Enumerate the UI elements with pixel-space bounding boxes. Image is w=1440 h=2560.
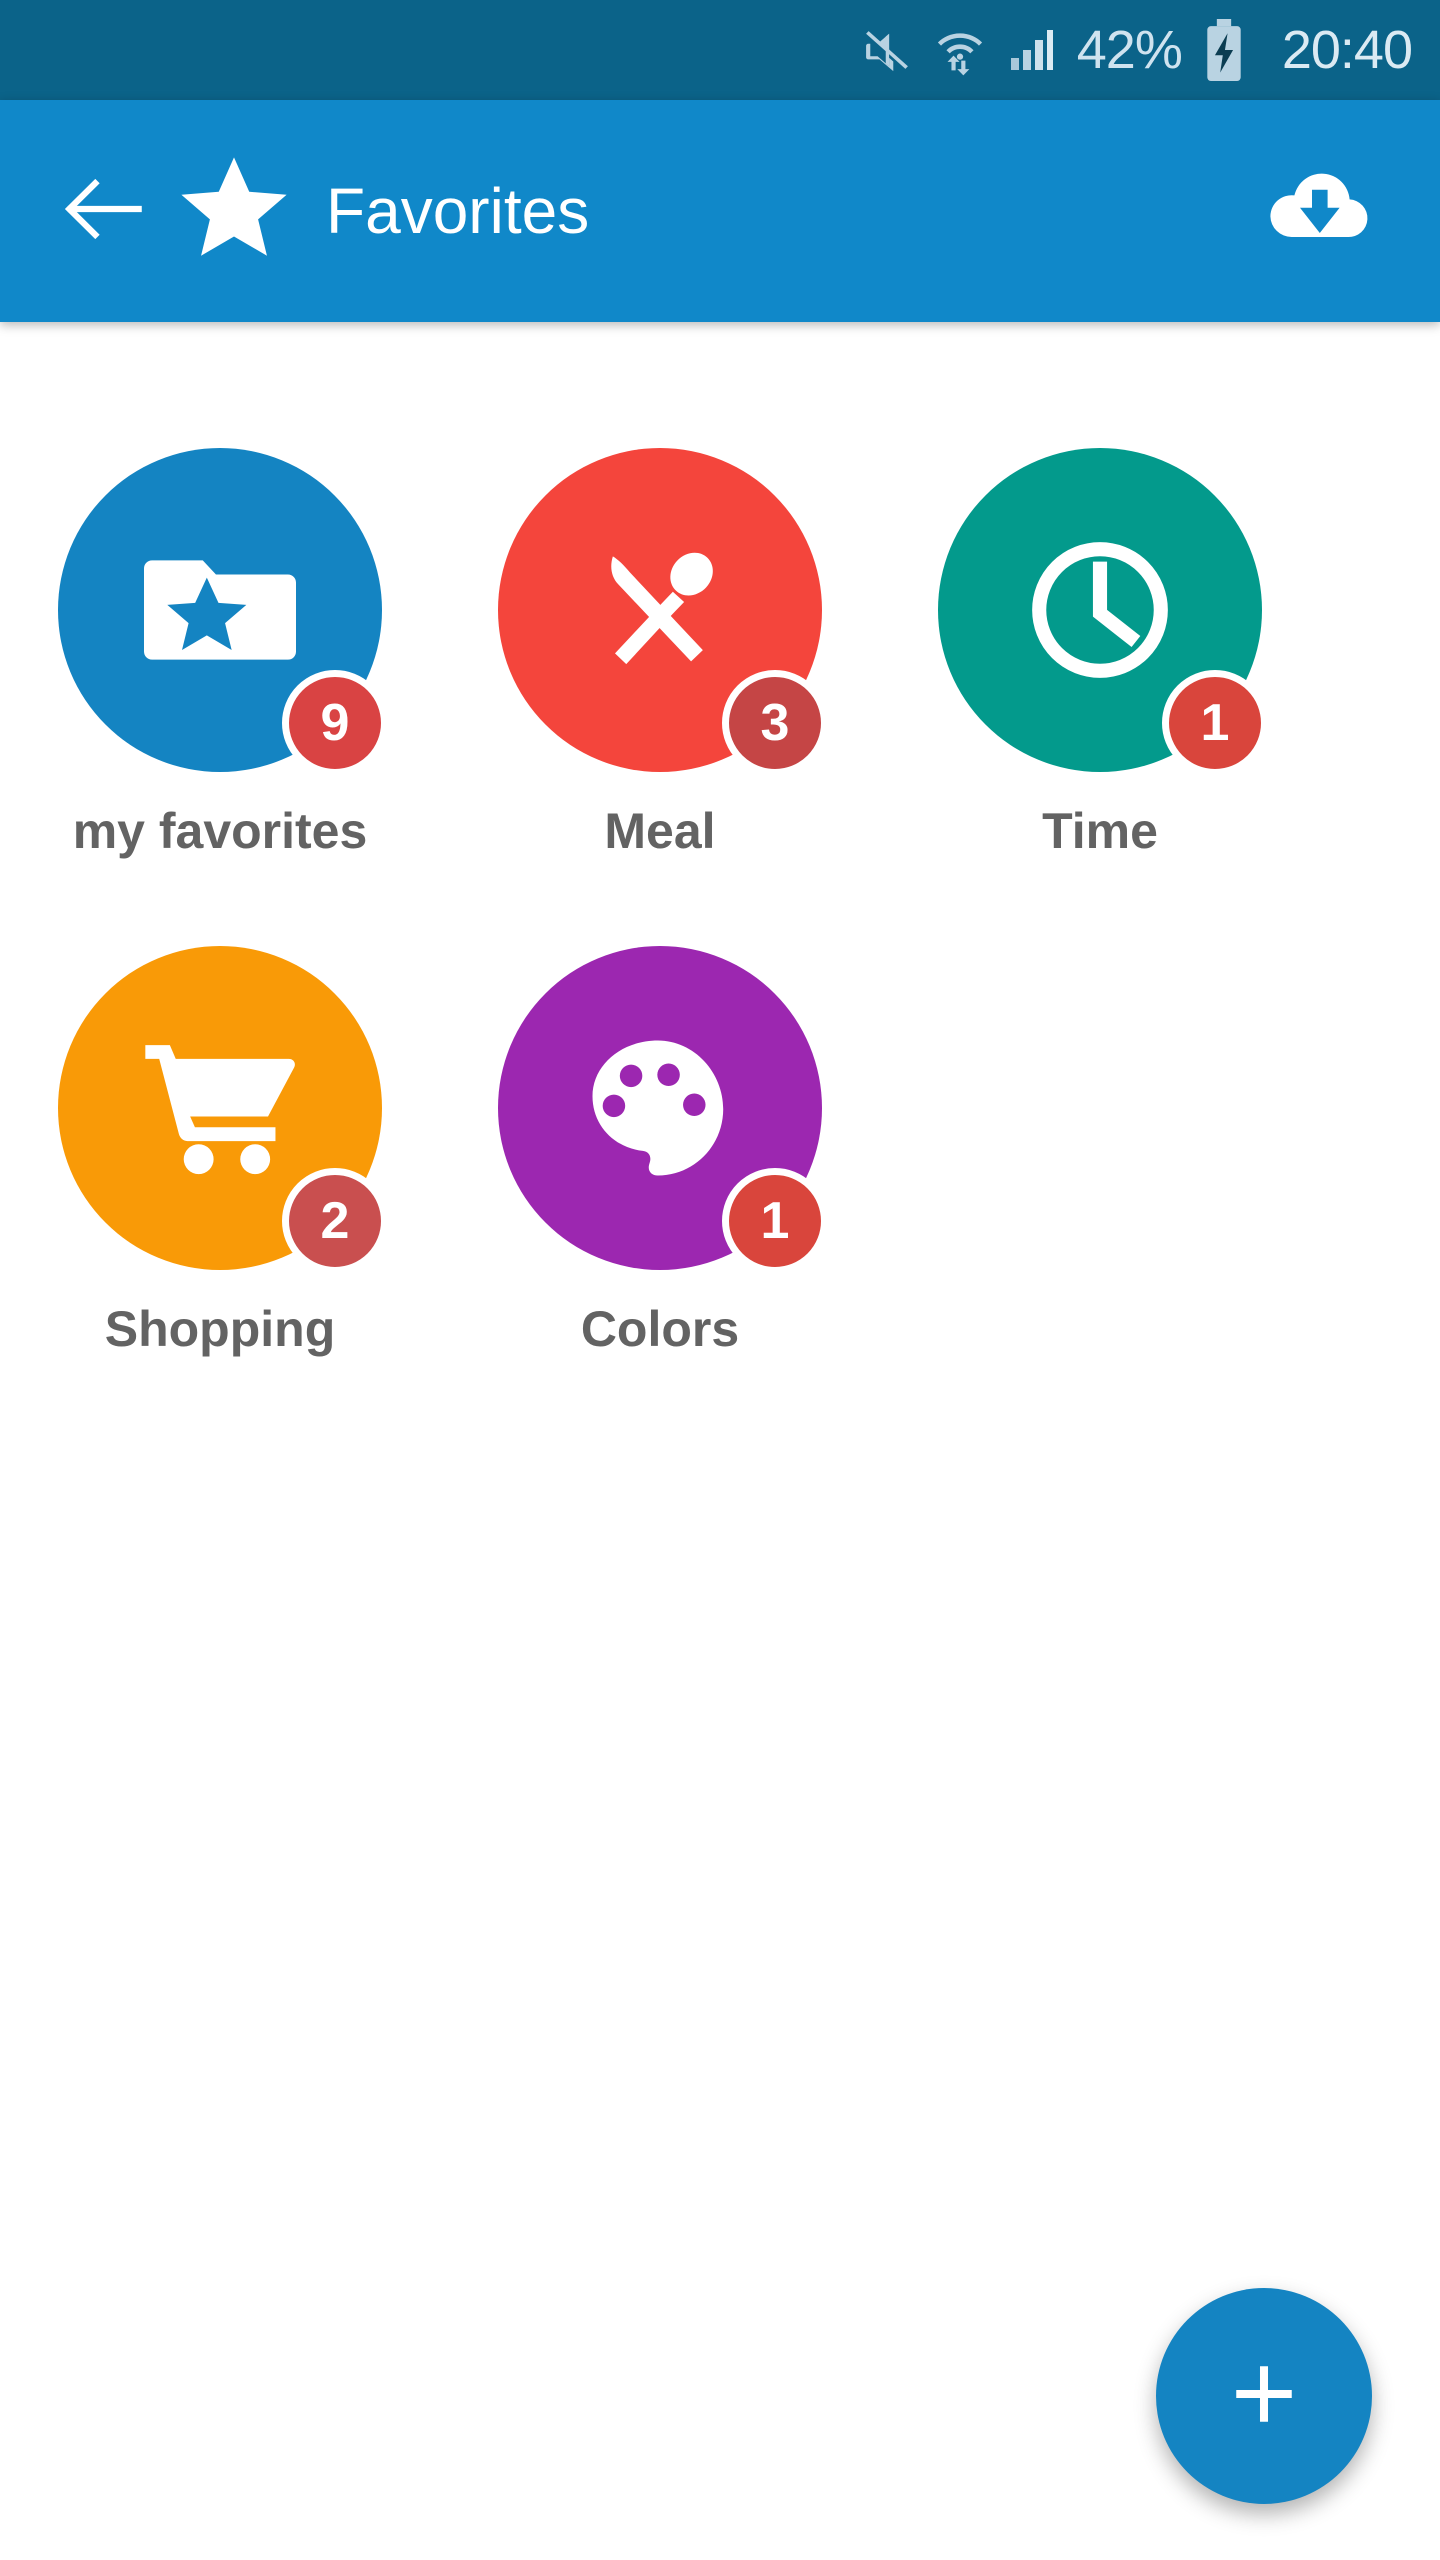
status-badge: 3 <box>722 670 828 776</box>
page-title: Favorites <box>326 175 590 247</box>
icon-badge-wrap: 9 <box>58 448 388 776</box>
palette-icon <box>585 1033 735 1183</box>
cloud-download-icon <box>1268 168 1372 255</box>
favorites-grid: 9 my favorites 3 Meal 1 Time 2 Shopping … <box>0 448 1440 1444</box>
status-badge: 2 <box>282 1168 388 1274</box>
back-button[interactable] <box>46 151 166 271</box>
battery-charging-icon <box>1204 19 1244 81</box>
title-star-wrap <box>174 150 294 273</box>
grid-item-label: Colors <box>580 1301 740 1357</box>
icon-badge-wrap: 1 <box>938 448 1268 776</box>
app-bar: Favorites <box>0 100 1440 322</box>
icon-badge-wrap: 2 <box>58 946 388 1274</box>
knife-spoon-icon <box>585 535 735 685</box>
back-arrow-icon <box>64 178 147 245</box>
folder-star-icon <box>144 549 296 671</box>
grid-item-label: Meal <box>604 803 716 859</box>
clock-icon <box>1024 534 1176 686</box>
grid-item-label: Shopping <box>104 1301 336 1357</box>
mute-icon <box>861 27 913 73</box>
add-favorite-fab[interactable] <box>1156 2288 1372 2504</box>
status-badge: 1 <box>722 1168 828 1274</box>
grid-item-my-favorites[interactable]: 9 my favorites <box>0 448 440 856</box>
grid-item-colors[interactable]: 1 Colors <box>440 946 880 1354</box>
grid-item-label: my favorites <box>72 803 368 859</box>
wifi-transfer-icon <box>935 24 985 76</box>
shopping-cart-icon <box>140 1038 300 1178</box>
status-badge: 9 <box>282 670 388 776</box>
icon-badge-wrap: 1 <box>498 946 828 1274</box>
icon-badge-wrap: 3 <box>498 448 828 776</box>
grid-item-label: Time <box>1042 803 1158 859</box>
plus-icon <box>1227 2357 1301 2436</box>
battery-percent-text: 42% <box>1076 20 1183 80</box>
status-badge: 1 <box>1162 670 1268 776</box>
grid-item-time[interactable]: 1 Time <box>880 448 1320 856</box>
content-area: 9 my favorites 3 Meal 1 Time 2 Shopping … <box>0 322 1440 2560</box>
status-bar-clock: 20:40 <box>1281 20 1413 80</box>
star-icon <box>174 150 294 273</box>
grid-item-meal[interactable]: 3 Meal <box>440 448 880 856</box>
status-bar: 42% 20:40 <box>0 0 1440 100</box>
status-bar-icons: 42% 20:40 <box>861 19 1413 81</box>
signal-bars-icon <box>1007 26 1055 74</box>
cloud-download-button[interactable] <box>1260 151 1380 271</box>
grid-item-shopping[interactable]: 2 Shopping <box>0 946 440 1354</box>
